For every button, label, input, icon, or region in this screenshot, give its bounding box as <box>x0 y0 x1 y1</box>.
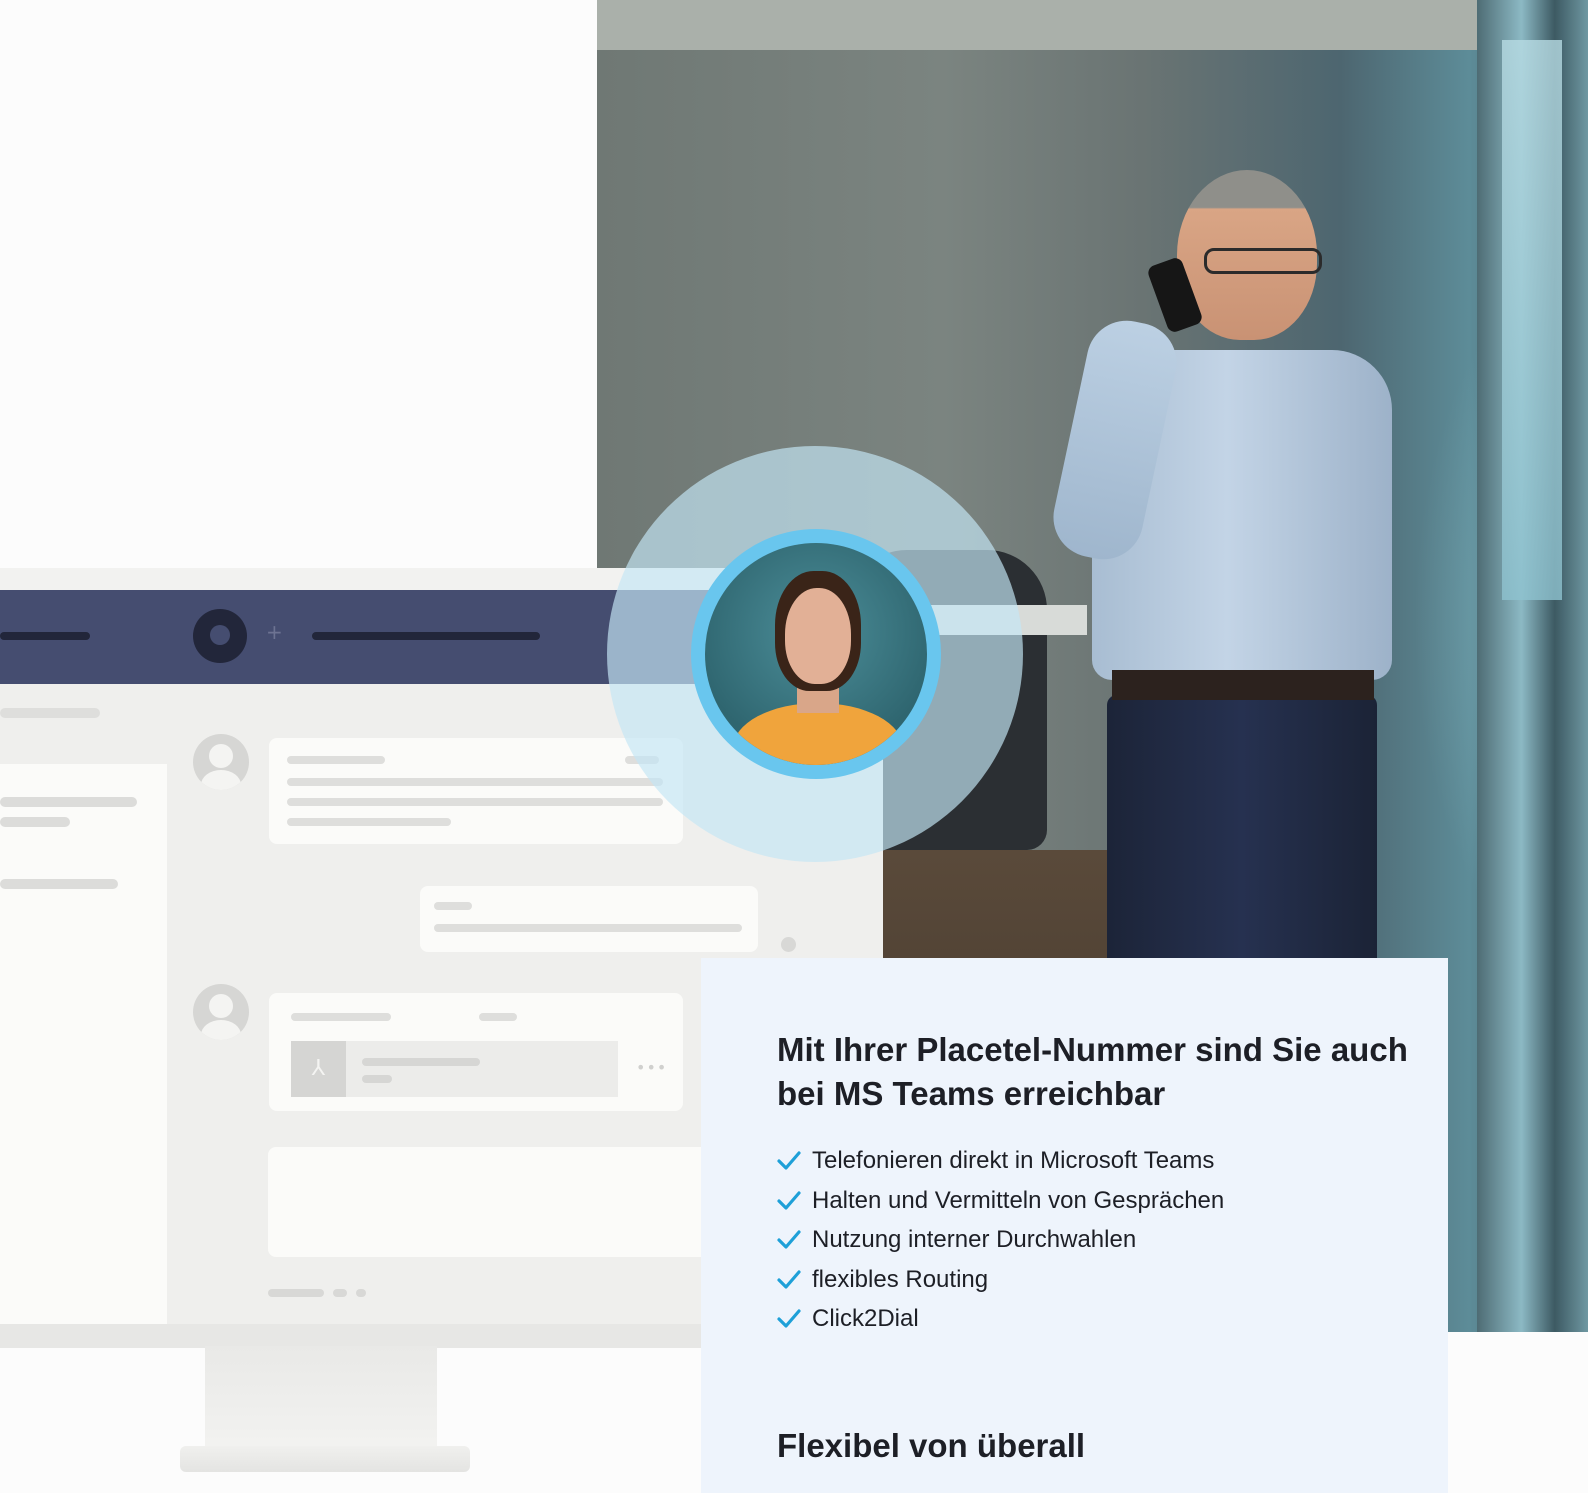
placeholder-line <box>434 902 472 910</box>
topbar-placeholder-line <box>0 632 90 640</box>
sidebar-placeholder-line <box>0 708 100 718</box>
pdf-file-icon: ⅄ <box>291 1041 346 1097</box>
placeholder-line <box>287 778 663 786</box>
topbar-placeholder-line <box>312 632 540 640</box>
placeholder-line <box>479 1013 517 1021</box>
placeholder-line <box>268 1289 324 1297</box>
placeholder-line <box>362 1075 392 1083</box>
check-icon <box>777 1190 801 1210</box>
check-icon <box>777 1309 801 1328</box>
placeholder-line <box>287 798 663 806</box>
feature-list: Telefonieren direkt in Microsoft Teams H… <box>777 1146 1224 1344</box>
placeholder-line <box>291 1013 391 1021</box>
feature-item: flexibles Routing <box>777 1265 1224 1305</box>
placeholder-line <box>434 924 742 932</box>
window-glass <box>1502 40 1562 600</box>
feature-label: Click2Dial <box>812 1305 919 1332</box>
feature-item: Telefonieren direkt in Microsoft Teams <box>777 1146 1224 1186</box>
check-icon <box>777 1230 801 1249</box>
placeholder-line <box>0 879 118 889</box>
message-card <box>269 738 683 844</box>
feature-headline: Mit Ihrer Placetel-Nummer sind Sie auch … <box>777 1031 1408 1112</box>
status-dot <box>333 1289 347 1297</box>
side-panel <box>0 764 167 1324</box>
monitor-stand-base <box>180 1446 470 1472</box>
avatar-placeholder-icon <box>193 984 249 1040</box>
placeholder-line <box>0 817 70 827</box>
photo-ceiling <box>597 0 1588 50</box>
feature-item: Click2Dial <box>777 1304 1224 1344</box>
chat-logo-icon <box>193 609 247 663</box>
status-dot <box>781 937 796 952</box>
reply-card <box>420 886 758 952</box>
feature-card: Mit Ihrer Placetel-Nummer sind Sie auch … <box>701 958 1448 1493</box>
placeholder-line <box>0 797 137 807</box>
feature-label: Nutzung interner Durchwahlen <box>812 1226 1137 1253</box>
feature-item: Halten und Vermitteln von Gesprächen <box>777 1186 1224 1226</box>
person-glasses <box>1204 248 1322 274</box>
feature-label: Halten und Vermitteln von Gesprächen <box>812 1186 1225 1214</box>
placeholder-line <box>287 756 385 764</box>
check-icon <box>777 1151 801 1170</box>
contact-face <box>785 588 851 684</box>
check-icon <box>777 1269 801 1289</box>
status-dot <box>356 1289 366 1297</box>
feature-item: Nutzung interner Durchwahlen <box>777 1225 1224 1265</box>
monitor-stand <box>205 1346 437 1456</box>
feature-label: flexibles Routing <box>812 1265 989 1293</box>
feature-label: Telefonieren direkt in Microsoft Teams <box>812 1147 1215 1174</box>
placeholder-line <box>287 818 451 826</box>
avatar-placeholder-icon <box>193 734 249 790</box>
more-icon: ••• <box>636 1058 668 1077</box>
person-belt <box>1112 670 1374 700</box>
contact-avatar <box>691 529 941 779</box>
compose-box <box>268 1147 718 1257</box>
section-subheadline: Flexibel von überall <box>777 1427 1086 1464</box>
placeholder-line <box>362 1058 480 1066</box>
plus-icon: + <box>266 620 283 644</box>
contact-photo <box>705 543 927 765</box>
